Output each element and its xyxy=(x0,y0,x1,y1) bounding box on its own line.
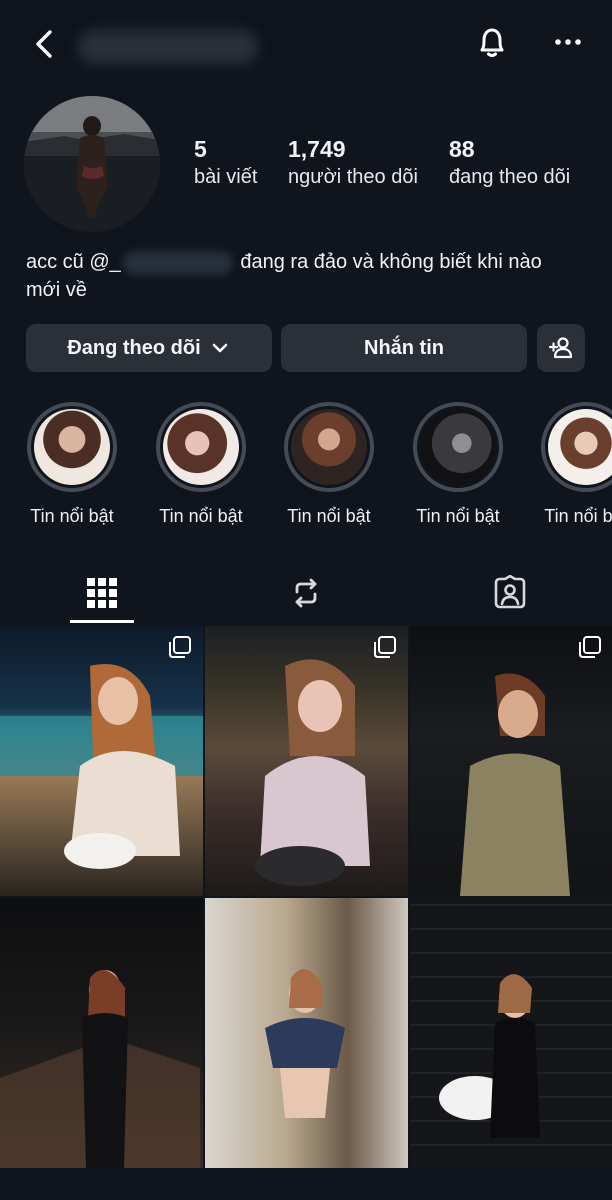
grid-icon xyxy=(87,578,117,608)
highlight-label: Tin nổi bật xyxy=(416,506,500,526)
stat-followers[interactable]: 1,749 người theo dõi xyxy=(288,136,418,190)
repost-icon xyxy=(295,578,317,608)
highlight-label: Tin nổi bật xyxy=(544,506,612,526)
bell-icon[interactable] xyxy=(472,22,512,62)
highlight-cover xyxy=(291,409,367,485)
top-bar xyxy=(0,0,612,88)
highlight-ring xyxy=(284,402,374,492)
redacted-handle xyxy=(122,250,233,275)
profile-tabs xyxy=(0,562,612,624)
tab-reposts[interactable] xyxy=(204,562,408,624)
followers-count: 1,749 xyxy=(288,136,346,162)
highlight-cover xyxy=(548,409,612,485)
following-button[interactable]: Đang theo dõi xyxy=(26,324,272,372)
chevron-down-icon xyxy=(212,343,227,353)
following-button-label: Đang theo dõi xyxy=(67,336,201,359)
following-count: 88 xyxy=(449,136,475,162)
post-photo xyxy=(0,970,200,1168)
highlight-ring xyxy=(541,402,612,492)
following-label: đang theo dõi xyxy=(449,166,571,188)
multiple-images-icon xyxy=(169,636,191,658)
post-photo xyxy=(265,969,345,1118)
bio-line-1: acc cũ @_ đang ra đảo và không biết khi … xyxy=(26,248,586,276)
tagged-person-icon xyxy=(494,575,526,609)
highlight-ring xyxy=(156,402,246,492)
highlight-3[interactable]: Tin nổi bật xyxy=(279,402,379,527)
tab-posts-grid[interactable] xyxy=(0,562,204,624)
posts-label: bài viết xyxy=(194,166,258,188)
bio: acc cũ @_ đang ra đảo và không biết khi … xyxy=(26,248,586,304)
post-thumbnail[interactable] xyxy=(0,898,203,1168)
highlight-5[interactable]: Tin nổi bật xyxy=(536,402,612,527)
highlight-cover xyxy=(163,409,239,485)
highlight-ring xyxy=(27,402,117,492)
highlight-ring xyxy=(413,402,503,492)
username-redacted xyxy=(78,30,258,64)
bio-text-start: acc cũ @_ xyxy=(26,251,121,273)
post-photo xyxy=(460,673,570,896)
highlight-2[interactable]: Tin nổi bật xyxy=(151,402,251,527)
message-button[interactable]: Nhắn tin xyxy=(281,324,527,372)
add-person-icon xyxy=(548,337,573,359)
message-button-label: Nhắn tin xyxy=(364,336,444,359)
bio-text-end: đang ra đảo và không biết khi nào xyxy=(234,251,542,273)
stat-posts[interactable]: 5 bài viết xyxy=(194,136,257,190)
highlight-label: Tin nổi bật xyxy=(287,506,371,526)
profile-avatar[interactable] xyxy=(24,96,160,232)
bio-line-2: mới về xyxy=(26,279,87,301)
back-chevron-icon[interactable] xyxy=(28,26,64,62)
post-thumbnail[interactable] xyxy=(205,626,408,896)
active-tab-indicator xyxy=(70,620,134,623)
post-thumbnail[interactable] xyxy=(410,626,612,896)
highlight-cover xyxy=(34,409,110,485)
more-options-icon[interactable] xyxy=(548,26,588,58)
highlight-4[interactable]: Tin nổi bật xyxy=(408,402,508,527)
highlight-1[interactable]: Tin nổi bật xyxy=(22,402,122,527)
add-user-button[interactable] xyxy=(537,324,585,372)
post-photo xyxy=(439,974,540,1138)
post-thumbnail[interactable] xyxy=(0,626,203,896)
post-thumbnail[interactable] xyxy=(410,898,612,1168)
highlight-cover xyxy=(420,409,496,485)
posts-count: 5 xyxy=(194,136,207,162)
multiple-images-icon xyxy=(579,636,601,658)
post-thumbnail[interactable] xyxy=(205,898,408,1168)
followers-label: người theo dõi xyxy=(288,166,418,188)
multiple-images-icon xyxy=(374,636,396,658)
tab-tagged[interactable] xyxy=(408,562,612,624)
post-photo xyxy=(255,659,370,886)
highlight-label: Tin nổi bật xyxy=(159,506,243,526)
post-photo xyxy=(0,664,203,869)
highlight-label: Tin nổi bật xyxy=(30,506,114,526)
stat-following[interactable]: 88 đang theo dõi xyxy=(449,136,570,190)
